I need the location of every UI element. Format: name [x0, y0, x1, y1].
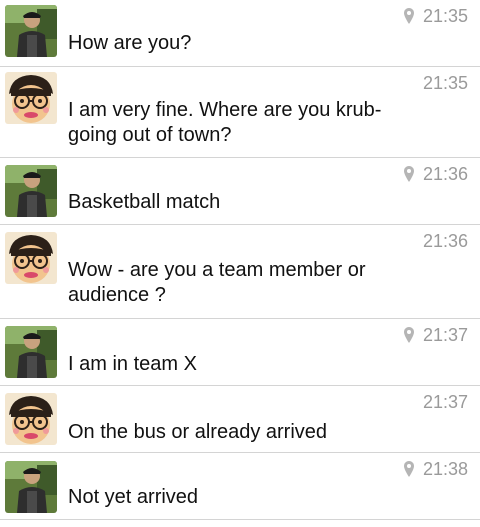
- message-meta: 21:35: [403, 5, 468, 27]
- cartoon-avatar-icon[interactable]: [5, 72, 57, 124]
- message-meta: 21:37: [403, 324, 468, 346]
- message-text: How are you?: [68, 32, 192, 54]
- message-time: 21:38: [422, 458, 468, 479]
- message-row[interactable]: 21:36 Wow - are you a team member or aud…: [0, 225, 480, 319]
- message-thread: 21:35 How are you? 21:35 I am very fine.…: [0, 0, 480, 527]
- message-row[interactable]: 21:35 How are you?: [0, 0, 480, 67]
- location-pin-icon: [403, 8, 414, 24]
- message-row[interactable]: 21:37 I am in team X: [0, 319, 480, 386]
- photo-avatar-icon[interactable]: [5, 165, 57, 217]
- message-time: 21:37: [422, 324, 468, 345]
- message-row[interactable]: 21:35 I am very fine. Where are you krub…: [0, 67, 480, 158]
- message-text: Wow - are you a team member or audience …: [68, 259, 366, 306]
- location-pin-icon: [403, 461, 414, 477]
- cartoon-avatar-icon[interactable]: [5, 393, 57, 445]
- message-row[interactable]: 21:36 Basketball match: [0, 158, 480, 225]
- location-pin-icon: [403, 327, 414, 343]
- message-time: 21:35: [422, 5, 468, 26]
- photo-avatar-icon[interactable]: [5, 5, 57, 57]
- message-meta: 21:36: [403, 163, 468, 185]
- photo-avatar-icon[interactable]: [5, 326, 57, 378]
- message-time: 21:36: [422, 230, 468, 251]
- message-text: I am very fine. Where are you krub- goin…: [68, 99, 382, 146]
- message-time: 21:35: [422, 72, 468, 93]
- message-meta: 21:38: [403, 458, 468, 480]
- message-text: Not yet arrived: [68, 486, 199, 508]
- message-time: 21:37: [422, 391, 468, 412]
- message-meta: 21:36: [423, 230, 468, 252]
- message-row[interactable]: 21:37 On the bus or already arrived: [0, 386, 480, 453]
- message-meta: 21:35: [423, 72, 468, 94]
- message-text: I am in team X: [68, 353, 197, 375]
- cartoon-avatar-icon[interactable]: [5, 232, 57, 284]
- message-text: On the bus or already arrived: [68, 421, 328, 443]
- location-pin-icon: [403, 166, 414, 182]
- message-time: 21:36: [422, 163, 468, 184]
- message-meta: 21:37: [423, 391, 468, 413]
- message-row[interactable]: 21:38 Not yet arrived: [0, 453, 480, 520]
- photo-avatar-icon[interactable]: [5, 461, 57, 513]
- message-text: Basketball match: [68, 191, 221, 213]
